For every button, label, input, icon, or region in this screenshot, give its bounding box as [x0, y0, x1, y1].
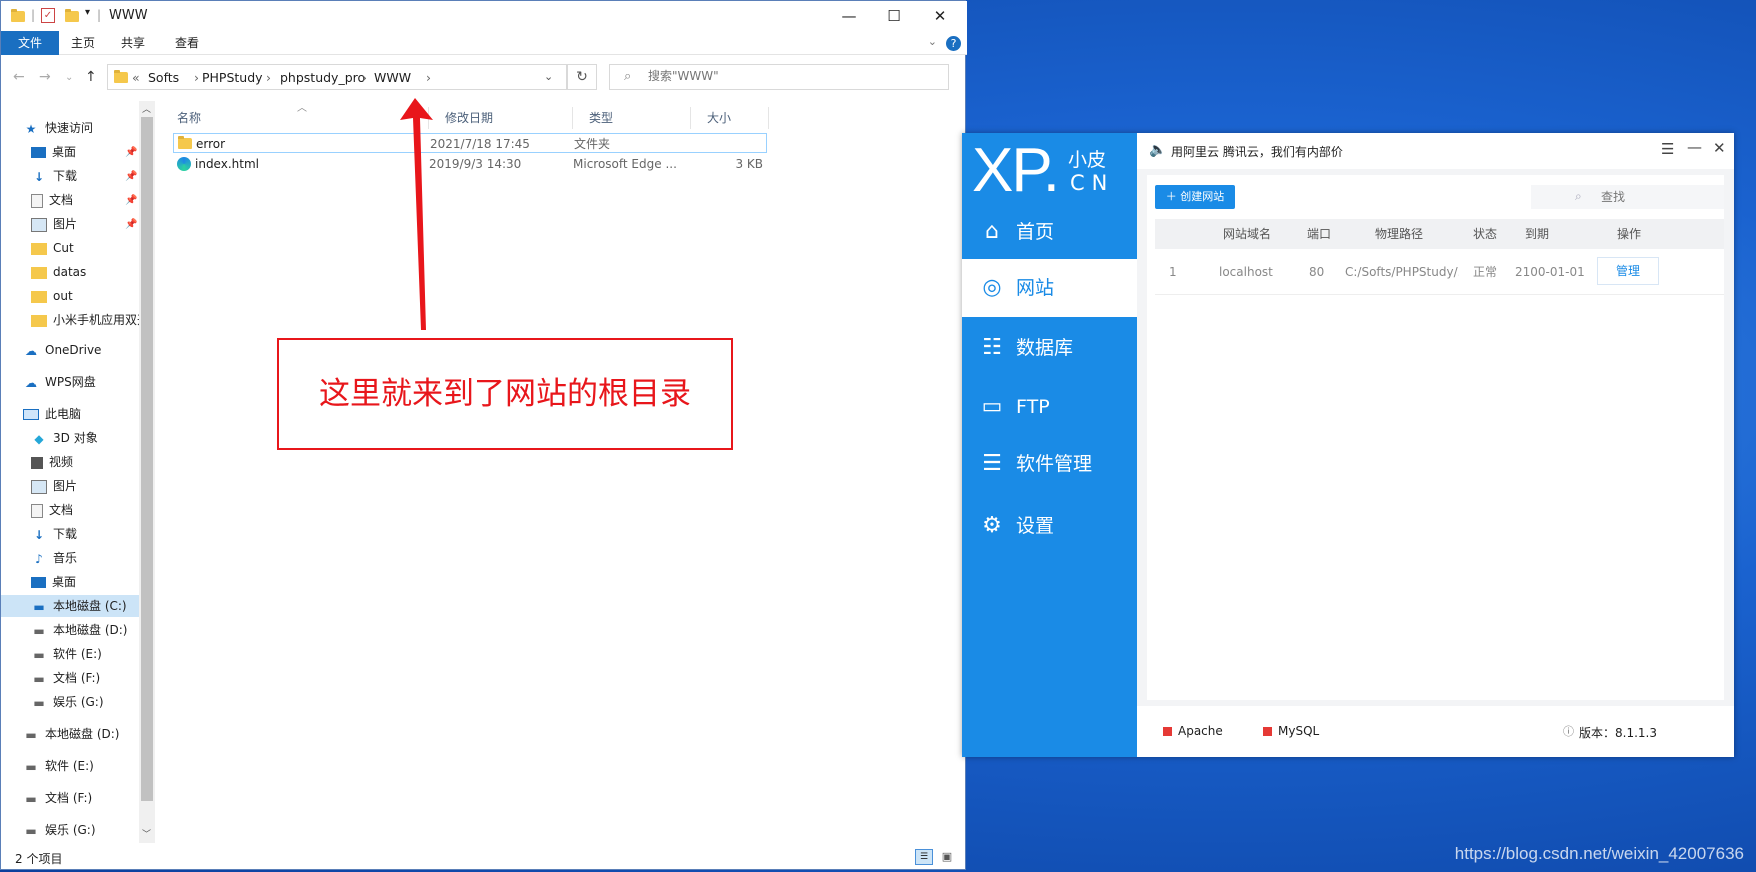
home-icon: ⌂ — [985, 219, 999, 244]
xp-topbar: 🔈 用阿里云 腾讯云，我们有内部价 ☰ — ✕ — [1137, 133, 1734, 169]
speaker-icon: 🔈 — [1149, 142, 1167, 158]
watermark: https://blog.csdn.net/weixin_42007636 — [1454, 844, 1744, 863]
xp-main: 🔈 用阿里云 腾讯云，我们有内部价 ☰ — ✕ ＋ 创建网站 ⌕ 网站域名 端口… — [1137, 133, 1734, 757]
site-expire: 2100-01-01 — [1515, 265, 1585, 279]
ftp-icon: ▭ — [981, 394, 1003, 419]
xp-nav-database[interactable]: ☷ 数据库 — [962, 319, 1137, 377]
table-row: 1 localhost 80 C:/Softs/PHPStudy/... 正常 … — [1155, 249, 1724, 295]
site-domain: localhost — [1219, 265, 1273, 279]
xp-footer: Apache MySQL ⓘ 版本：8.1.1.3 — [1137, 706, 1734, 757]
minimize-button[interactable]: — — [1687, 138, 1702, 156]
xp-nav-websites[interactable]: ◎ 网站 — [962, 259, 1137, 317]
xp-sidebar: XP. 小皮 CN ⌂ 首页 ◎ 网站 ☷ 数据库 ▭ FTP ☰ 软件管理 ⚙ 设置 — [962, 133, 1137, 757]
xp-nav-home[interactable]: ⌂ 首页 — [962, 203, 1137, 261]
service-mysql[interactable]: MySQL — [1263, 724, 1319, 738]
column-header-port: 端口 — [1307, 227, 1332, 241]
stopped-indicator — [1163, 727, 1172, 736]
info-icon: ⓘ — [1563, 725, 1574, 738]
annotation-text: 这里就来到了网站的根目录 — [319, 376, 691, 412]
xp-nav-software[interactable]: ☰ 软件管理 — [962, 435, 1137, 493]
site-status: 正常 — [1473, 265, 1498, 279]
gear-icon: ⚙ — [982, 513, 1002, 538]
close-button[interactable]: ✕ — [1713, 139, 1726, 157]
xp-nav-settings[interactable]: ⚙ 设置 — [962, 497, 1137, 555]
manage-button[interactable]: 管理 — [1597, 257, 1659, 285]
search-icon: ⌕ — [1575, 189, 1582, 203]
promo-notice[interactable]: 用阿里云 腾讯云，我们有内部价 — [1171, 143, 1343, 160]
phpstudy-window: XP. 小皮 CN ⌂ 首页 ◎ 网站 ☷ 数据库 ▭ FTP ☰ 软件管理 ⚙ 设置 🔈 … — [962, 133, 1734, 757]
sites-table-header: 网站域名 端口 物理路径 状态 到期 操作 — [1155, 219, 1724, 249]
xp-content: ＋ 创建网站 ⌕ 网站域名 端口 物理路径 状态 到期 操作 1 localho… — [1137, 169, 1734, 706]
column-header-action: 操作 — [1617, 227, 1642, 241]
create-site-button[interactable]: ＋ 创建网站 — [1155, 185, 1235, 209]
version-text: 版本：8.1.1.3 — [1579, 726, 1657, 740]
service-apache[interactable]: Apache — [1163, 724, 1223, 738]
row-index: 1 — [1169, 265, 1177, 279]
site-search-input[interactable] — [1531, 185, 1724, 209]
sliders-icon: ☰ — [982, 451, 1002, 476]
annotation-callout: 这里就来到了网站的根目录 — [277, 338, 733, 450]
plus-icon: ＋ — [1165, 190, 1181, 203]
column-header-path: 物理路径 — [1375, 227, 1424, 241]
globe-icon: ◎ — [982, 275, 1002, 300]
column-header-status: 状态 — [1473, 227, 1498, 241]
column-header-domain: 网站域名 — [1223, 227, 1272, 241]
column-header-expire: 到期 — [1525, 227, 1550, 241]
site-port: 80 — [1309, 265, 1325, 279]
menu-icon[interactable]: ☰ — [1661, 140, 1674, 158]
xp-nav-ftp[interactable]: ▭ FTP — [962, 378, 1137, 436]
sites-panel: ＋ 创建网站 ⌕ 网站域名 端口 物理路径 状态 到期 操作 1 localho… — [1147, 175, 1724, 700]
stopped-indicator — [1263, 727, 1272, 736]
site-path: C:/Softs/PHPStudy/... — [1345, 265, 1459, 279]
database-icon: ☷ — [982, 335, 1002, 360]
